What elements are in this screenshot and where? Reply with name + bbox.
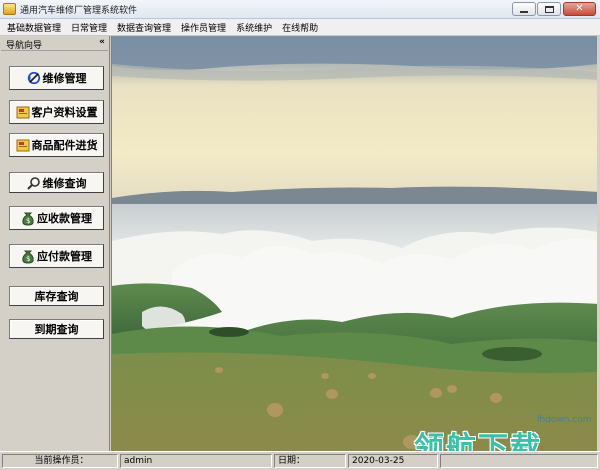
repair-icon xyxy=(27,71,41,85)
sidebar-title: 导航向导 xyxy=(6,41,43,51)
nav-label: 库存查询 xyxy=(34,290,79,303)
maximize-icon xyxy=(544,5,554,13)
maximize-button[interactable] xyxy=(537,2,561,16)
date-value: 2020-03-25 xyxy=(348,454,438,468)
nav-repair-management[interactable]: 维修管理 xyxy=(9,66,104,90)
folder-icon xyxy=(16,138,30,152)
operator-value: admin xyxy=(120,454,272,468)
nav-label: 应收款管理 xyxy=(37,212,92,225)
close-button[interactable]: ✕ xyxy=(563,2,596,16)
menu-daily[interactable]: 日常管理 xyxy=(71,21,107,34)
status-bar: 当前操作员： admin 日期： 2020-03-25 xyxy=(0,451,600,470)
nav-customer-settings[interactable]: 客户资料设置 xyxy=(9,100,104,124)
nav-label: 到期查询 xyxy=(34,323,79,336)
svg-text:$: $ xyxy=(26,255,30,263)
window-title: 通用汽车维修厂管理系统软件 xyxy=(20,6,138,16)
nav-label: 应付款管理 xyxy=(37,250,92,263)
minimize-icon xyxy=(520,10,528,13)
nav-payables[interactable]: $ 应付款管理 xyxy=(9,244,104,268)
status-empty-panel xyxy=(440,454,598,468)
collapse-icon[interactable]: « xyxy=(99,37,105,47)
svg-text:$: $ xyxy=(26,217,30,225)
nav-parts-purchase[interactable]: 商品配件进货 xyxy=(9,133,104,157)
folder-icon xyxy=(16,105,30,119)
nav-label: 商品配件进货 xyxy=(31,139,98,152)
nav-label: 客户资料设置 xyxy=(31,106,98,119)
nav-repair-query[interactable]: 维修查询 xyxy=(9,172,104,193)
nav-label: 维修查询 xyxy=(42,176,87,190)
title-bar: 通用汽车维修厂管理系统软件 ✕ xyxy=(0,0,600,19)
nav-sidebar: 导航向导 « 维修管理 客户资料设置 商品配件进货 维修查询 $ 应收款管理 $… xyxy=(0,36,110,451)
menu-query[interactable]: 数据查询管理 xyxy=(117,21,171,34)
moneybag-icon: $ xyxy=(21,249,35,264)
nav-inventory-query[interactable]: 库存查询 xyxy=(9,286,104,306)
landscape-image xyxy=(112,36,597,451)
close-icon: ✕ xyxy=(575,3,584,14)
menu-help[interactable]: 在线帮助 xyxy=(282,21,318,34)
moneybag-icon: $ xyxy=(21,211,35,226)
watermark-url: lhdown.com xyxy=(537,415,592,425)
sidebar-header: 导航向导 « xyxy=(1,37,108,51)
minimize-button[interactable] xyxy=(512,2,536,16)
menu-operator[interactable]: 操作员管理 xyxy=(181,21,226,34)
search-icon xyxy=(26,176,41,190)
menu-basic-data[interactable]: 基础数据管理 xyxy=(7,21,61,34)
operator-label: 当前操作员： xyxy=(2,454,118,468)
nav-receivables[interactable]: $ 应收款管理 xyxy=(9,206,104,230)
main-canvas xyxy=(111,36,597,451)
nav-label: 维修管理 xyxy=(42,72,87,85)
date-label: 日期： xyxy=(274,454,346,468)
menu-maintenance[interactable]: 系统维护 xyxy=(236,21,272,34)
app-icon xyxy=(3,3,16,15)
nav-expiry-query[interactable]: 到期查询 xyxy=(9,319,104,339)
menu-bar: 基础数据管理 日常管理 数据查询管理 操作员管理 系统维护 在线帮助 xyxy=(0,19,600,36)
